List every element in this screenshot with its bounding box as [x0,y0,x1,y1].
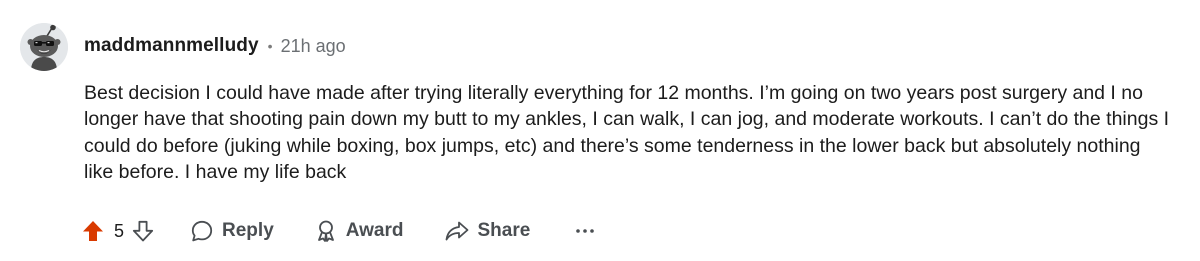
meta-separator: • [267,38,273,54]
downvote-arrow-icon [132,220,154,242]
snoo-avatar-icon [20,23,68,71]
reply-button[interactable]: Reply [190,219,274,243]
comment-actions: 5 Reply Award Share [78,213,600,249]
reply-label: Reply [222,220,274,241]
award-label: Award [345,220,404,241]
comment-body: Best decision I could have made after tr… [84,82,1170,183]
award-ribbon-icon [317,220,334,242]
username[interactable]: maddmannmelludy [84,35,259,57]
speech-bubble-icon [191,220,213,242]
upvote-arrow-icon [83,221,103,241]
vote-count: 5 [114,220,125,241]
more-options-button[interactable] [570,216,600,246]
comment-header: maddmannmelludy • 21h ago [84,33,346,59]
ellipsis-icon [576,229,595,233]
timestamp[interactable]: 21h ago [281,36,346,57]
award-button[interactable]: Award [314,219,404,243]
share-label: Share [477,220,531,241]
downvote-button[interactable] [128,216,158,246]
share-arrow-icon [445,221,468,241]
share-button[interactable]: Share [444,219,531,243]
upvote-button[interactable] [78,216,108,246]
avatar[interactable] [20,23,68,71]
comment-card: maddmannmelludy • 21h ago Best decision … [0,0,1200,261]
